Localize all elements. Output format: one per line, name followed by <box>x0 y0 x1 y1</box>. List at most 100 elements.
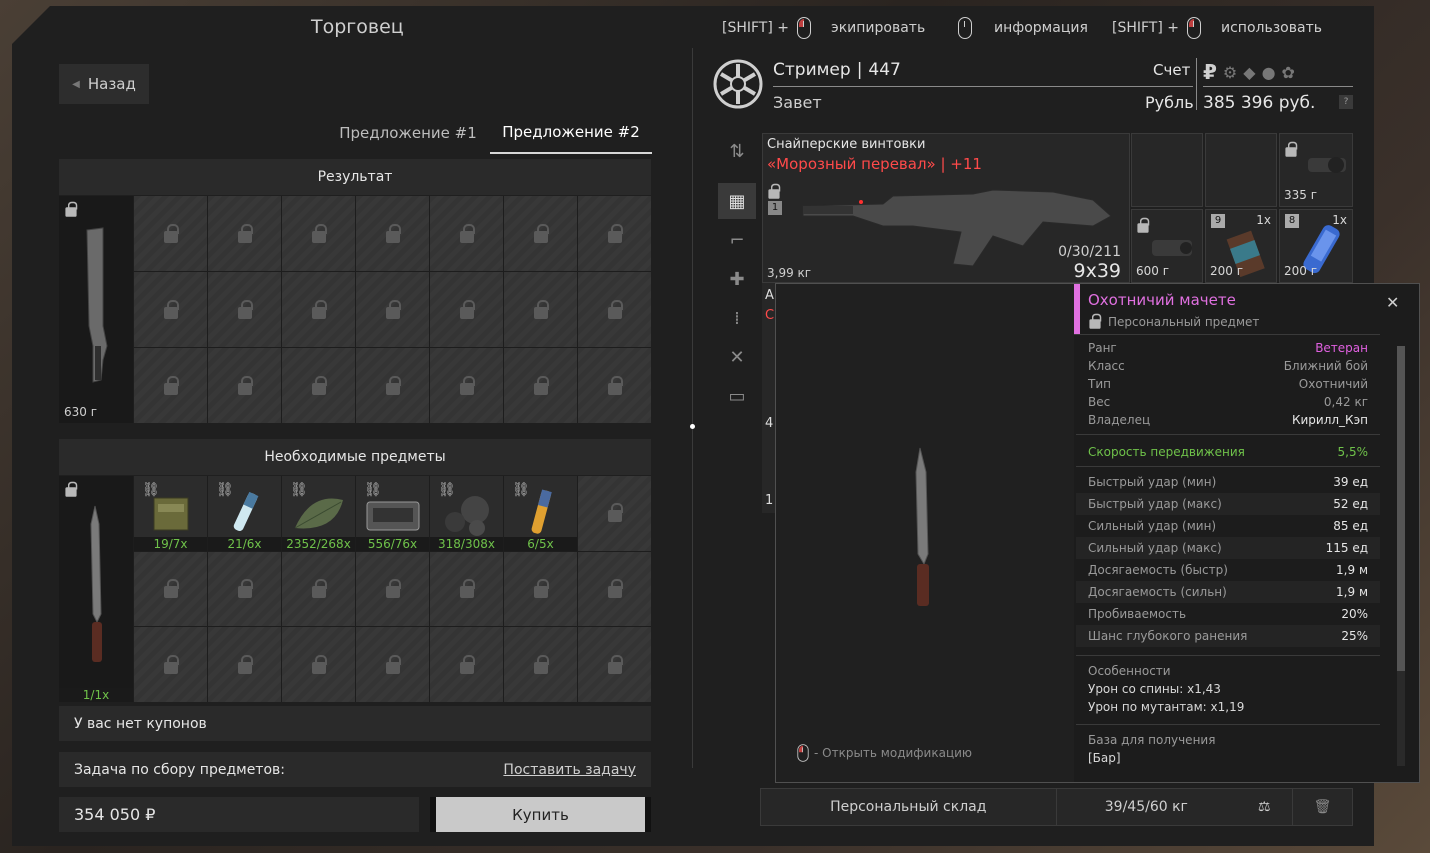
lock-icon <box>459 223 475 243</box>
ammo-category-icon[interactable]: ⁞ <box>718 300 756 336</box>
locked-slot <box>356 272 429 347</box>
lock-icon <box>533 299 549 319</box>
lock-icon <box>607 654 623 674</box>
required-main-slot[interactable]: 1/1x <box>59 476 133 702</box>
balance: 385 396 руб. <box>1203 93 1316 113</box>
locked-slot <box>134 348 207 423</box>
lock-icon <box>163 223 179 243</box>
medkit-category-icon[interactable]: ✚ <box>718 261 756 297</box>
locked-slot <box>208 348 281 423</box>
lock-icon <box>607 503 623 523</box>
coupons-bar: У вас нет купонов <box>59 706 651 741</box>
locked-slot <box>578 476 651 551</box>
back-button[interactable]: ◀ Назад <box>59 64 149 104</box>
lock-icon <box>459 654 475 674</box>
locked-slot <box>504 348 577 423</box>
locked-slot <box>504 627 577 702</box>
required-header: Необходимые предметы <box>59 439 651 475</box>
close-icon[interactable]: ✕ <box>1386 293 1399 312</box>
required-item[interactable]: ⛓ 21/6x <box>208 476 281 551</box>
locked-slot <box>578 551 651 627</box>
tools-category-icon[interactable]: ✕ <box>718 339 756 375</box>
lock-icon <box>1089 313 1102 329</box>
locked-slot <box>208 551 281 627</box>
weight-icon: ⚖ <box>1257 799 1271 815</box>
arrow-left-icon: ◀ <box>72 78 80 90</box>
stat-row: Шанс глубокого ранения 25% <box>1076 625 1380 647</box>
gear-icon: ⚙ <box>1222 62 1238 82</box>
hint-use: [SHIFT] + использовать <box>1112 17 1322 39</box>
hint-info: информация <box>958 17 1088 39</box>
required-item[interactable]: ⛓ 318/308x <box>430 476 503 551</box>
locked-slot <box>356 348 429 423</box>
required-area: 1/1x ⛓ 19/7x ⛓ 21/6x ⛓ 2352/268x ⛓ 556/7… <box>59 476 651 702</box>
lock-icon <box>607 299 623 319</box>
locked-slot <box>282 551 355 627</box>
stat-row: Пробиваемость 20% <box>1088 607 1368 621</box>
lock-icon <box>385 654 401 674</box>
cleaver-image <box>86 227 108 383</box>
mouse-left-icon <box>797 744 809 762</box>
tooltip-scrollbar[interactable] <box>1397 346 1405 766</box>
locked-slot <box>208 627 281 702</box>
stat-type: Тип Охотничий <box>1088 377 1368 391</box>
set-task-link[interactable]: Поставить задачу <box>503 762 636 778</box>
weapon-name: «Морозный перевал» | +11 <box>767 155 982 173</box>
grid-view-icon[interactable]: ▦ <box>718 183 756 219</box>
trash-icon[interactable]: 🗑 <box>1292 789 1352 825</box>
inventory-consumable-slot[interactable]: 8 1x 200 г <box>1279 209 1353 283</box>
link-icon: ⛓ <box>142 482 160 498</box>
inventory-scope-slot[interactable]: 335 г <box>1279 133 1353 207</box>
sort-icon[interactable]: ⇅ <box>718 133 756 169</box>
lock-icon <box>163 375 179 395</box>
player-level: 447 <box>868 60 901 80</box>
currency-label: Рубль <box>1145 93 1194 112</box>
required-item[interactable]: ⛓ 6/5x <box>504 476 577 551</box>
locked-slot <box>282 196 355 271</box>
divider <box>1076 434 1380 435</box>
item-name: Охотничий мачете <box>1088 291 1236 309</box>
lock-icon <box>237 223 253 243</box>
buy-button[interactable]: Купить <box>430 797 651 832</box>
required-item[interactable]: ⛓ 19/7x <box>134 476 207 551</box>
balance-underline <box>1203 86 1353 87</box>
tooltip-preview: - Открыть модификацию <box>776 284 1074 782</box>
lock-icon <box>311 223 327 243</box>
lock-icon <box>607 578 623 598</box>
required-item[interactable]: ⛓ 556/76x <box>356 476 429 551</box>
result-item-slot[interactable]: 630 г <box>59 196 133 423</box>
tooltip-stats: Ранг Ветеран Класс Ближний бой Тип Охотничи… <box>1076 339 1380 767</box>
result-area: 630 г <box>59 196 651 423</box>
base-info: База для получения [Бар] <box>1088 733 1216 765</box>
inventory-edge: А С 4 1 <box>762 283 775 513</box>
mouse-left-icon <box>1187 17 1202 39</box>
storage-capacity: 39/45/60 кг <box>1104 799 1188 815</box>
required-item[interactable]: ⛓ 2352/268x <box>282 476 355 551</box>
help-icon[interactable]: ? <box>1339 95 1353 109</box>
stat-row: Быстрый удар (макс) 52 ед <box>1076 493 1380 515</box>
tab-offer-2[interactable]: Предложение #2 <box>490 112 652 154</box>
stat-row: Досягаемость (быстр) 1,9 м <box>1088 563 1368 577</box>
rarity-stripe <box>1074 284 1080 334</box>
lock-icon <box>459 578 475 598</box>
item-tooltip: - Открыть модификацию Охотничий мачете П… <box>775 283 1420 783</box>
lock-icon <box>1285 141 1298 157</box>
tab-offer-1[interactable]: Предложение #1 <box>328 112 488 154</box>
locked-slot <box>504 272 577 347</box>
storage-button[interactable]: Персональный склад <box>761 789 1057 825</box>
weapon-slot[interactable]: Снайперские винтовки «Морозный перевал» … <box>762 133 1130 283</box>
inventory-empty-slot[interactable] <box>1205 133 1277 207</box>
rifle-category-icon[interactable]: ⌐ <box>718 222 756 258</box>
box-category-icon[interactable]: ▭ <box>718 378 756 414</box>
inventory-empty-slot[interactable] <box>1131 133 1203 207</box>
inventory-sight-slot[interactable]: 600 г <box>1131 209 1203 283</box>
locked-slot <box>356 196 429 271</box>
result-header: Результат <box>59 159 651 195</box>
account-label: Счет <box>1153 61 1191 79</box>
price-display: 354 050 ₽ <box>59 797 419 832</box>
currency-icons: ₽ ⚙ ◆ ● ✿ <box>1203 60 1295 84</box>
locked-slot <box>208 272 281 347</box>
inventory-consumable-slot[interactable]: 9 1x 200 г <box>1205 209 1277 283</box>
lock-icon <box>311 578 327 598</box>
lock-icon <box>459 375 475 395</box>
